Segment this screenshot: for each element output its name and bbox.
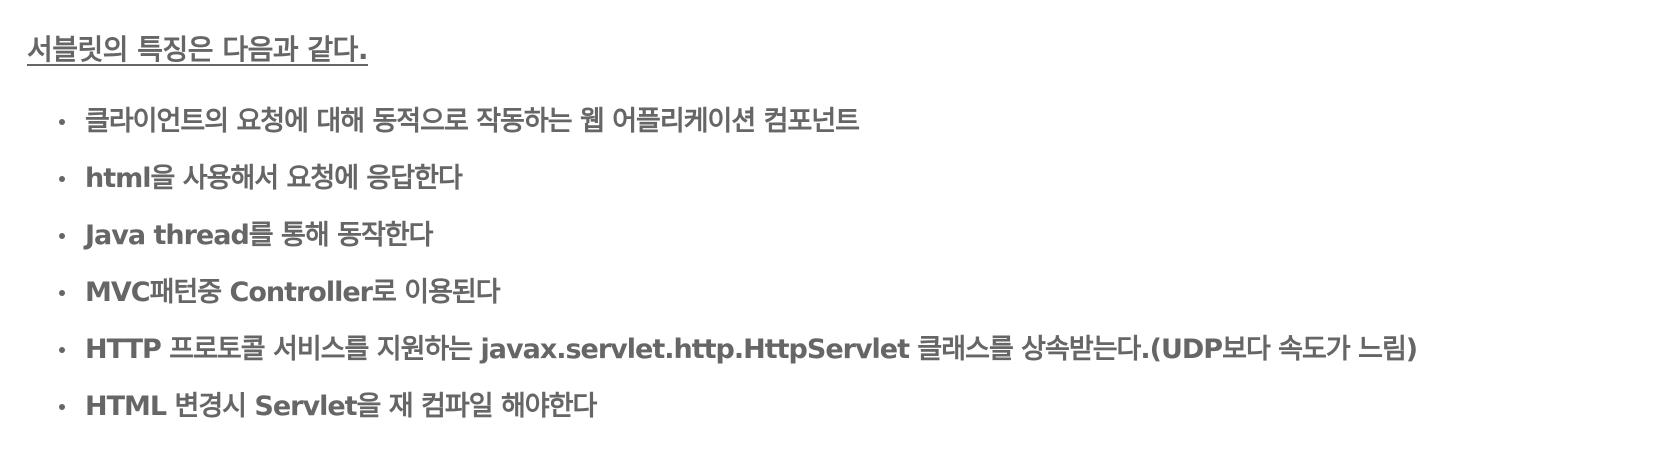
bullet-icon	[59, 404, 65, 410]
list-item: HTTP 프로토콜 서비스를 지원하는 javax.servlet.http.H…	[59, 321, 1650, 378]
feature-list: 클라이언트의 요청에 대해 동적으로 작동하는 웹 어플리케이션 컴포넌트 ht…	[27, 93, 1650, 435]
list-item-text: HTTP 프로토콜 서비스를 지원하는 javax.servlet.http.H…	[85, 334, 1418, 365]
section-heading: 서블릿의 특징은 다음과 같다.	[27, 33, 369, 66]
list-item-text: Java thread를 통해 동작한다	[85, 220, 433, 251]
list-item-text: MVC패턴중 Controller로 이용된다	[85, 277, 501, 308]
list-item-text: HTML 변경시 Servlet을 재 컴파일 해야한다	[85, 391, 597, 422]
bullet-icon	[59, 347, 65, 353]
document-body: 서블릿의 특징은 다음과 같다. 클라이언트의 요청에 대해 동적으로 작동하는…	[27, 28, 1650, 435]
list-item: html을 사용해서 요청에 응답한다	[59, 150, 1650, 207]
list-item: MVC패턴중 Controller로 이용된다	[59, 264, 1650, 321]
bullet-icon	[59, 119, 65, 125]
bullet-icon	[59, 176, 65, 182]
list-item: 클라이언트의 요청에 대해 동적으로 작동하는 웹 어플리케이션 컴포넌트	[59, 93, 1650, 150]
bullet-icon	[59, 290, 65, 296]
list-item-text: html을 사용해서 요청에 응답한다	[85, 163, 463, 194]
list-item: HTML 변경시 Servlet을 재 컴파일 해야한다	[59, 378, 1650, 435]
bullet-icon	[59, 233, 65, 239]
list-item-text: 클라이언트의 요청에 대해 동적으로 작동하는 웹 어플리케이션 컴포넌트	[85, 106, 860, 137]
list-item: Java thread를 통해 동작한다	[59, 207, 1650, 264]
